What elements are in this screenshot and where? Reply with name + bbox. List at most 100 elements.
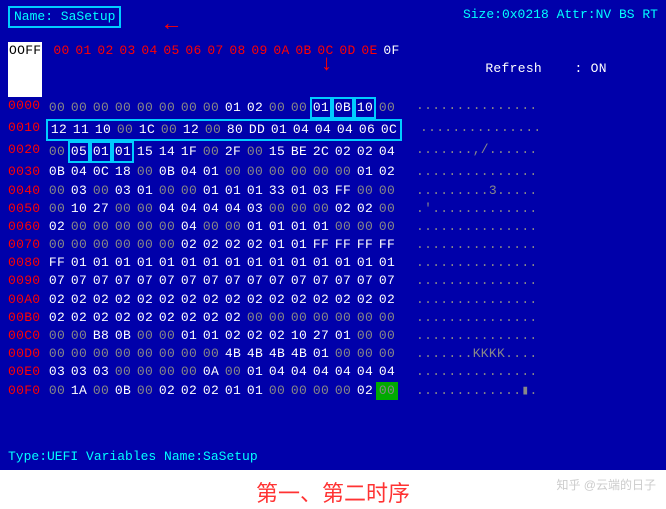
- hex-byte[interactable]: 00: [156, 345, 178, 363]
- hex-byte[interactable]: 00: [266, 382, 288, 400]
- hex-byte[interactable]: 00: [288, 163, 310, 181]
- hex-byte[interactable]: 00: [156, 327, 178, 345]
- hex-byte[interactable]: 00: [332, 218, 354, 236]
- hex-byte[interactable]: 00: [112, 200, 134, 218]
- hex-byte[interactable]: DD: [246, 121, 268, 139]
- hex-byte[interactable]: 00: [310, 309, 332, 327]
- hex-byte[interactable]: 00: [354, 345, 376, 363]
- hex-byte[interactable]: 00: [202, 121, 224, 139]
- hex-byte[interactable]: 00: [200, 99, 222, 117]
- hex-byte[interactable]: 03: [310, 182, 332, 200]
- hex-byte[interactable]: 00: [158, 121, 180, 139]
- hex-byte[interactable]: 00: [156, 363, 178, 381]
- hex-byte[interactable]: 00: [266, 200, 288, 218]
- hex-byte[interactable]: 01: [310, 254, 332, 272]
- hex-byte[interactable]: 4B: [244, 345, 266, 363]
- hex-byte[interactable]: 12: [48, 121, 70, 139]
- hex-byte[interactable]: 00: [46, 345, 68, 363]
- hex-byte[interactable]: 1A: [68, 382, 90, 400]
- hex-byte[interactable]: 01: [200, 182, 222, 200]
- hex-byte[interactable]: 02: [222, 327, 244, 345]
- hex-byte[interactable]: 02: [46, 218, 68, 236]
- hex-byte[interactable]: 03: [244, 200, 266, 218]
- hex-byte[interactable]: 01: [288, 236, 310, 254]
- hex-byte[interactable]: 00: [112, 345, 134, 363]
- hex-byte[interactable]: 04: [156, 200, 178, 218]
- hex-byte[interactable]: 02: [244, 291, 266, 309]
- hex-byte[interactable]: 00: [112, 218, 134, 236]
- hex-byte[interactable]: 14: [156, 143, 178, 161]
- hex-byte[interactable]: 02: [376, 163, 398, 181]
- hex-byte[interactable]: 01: [288, 254, 310, 272]
- hex-byte[interactable]: 01: [134, 182, 156, 200]
- hex-byte[interactable]: 02: [332, 143, 354, 161]
- hex-byte[interactable]: 00: [288, 309, 310, 327]
- hex-byte[interactable]: 04: [376, 143, 398, 161]
- hex-byte[interactable]: 02: [244, 99, 266, 117]
- hex-byte[interactable]: 00: [68, 99, 90, 117]
- hex-byte[interactable]: 01: [200, 327, 222, 345]
- hex-byte[interactable]: 00: [112, 99, 134, 117]
- hex-byte[interactable]: FF: [310, 236, 332, 254]
- hex-byte[interactable]: 04: [334, 121, 356, 139]
- hex-byte[interactable]: 07: [222, 272, 244, 290]
- hex-byte[interactable]: BE: [288, 143, 310, 161]
- hex-byte[interactable]: 02: [332, 291, 354, 309]
- hex-byte[interactable]: 00: [244, 143, 266, 161]
- hex-byte[interactable]: 00: [222, 363, 244, 381]
- hex-byte[interactable]: 00: [200, 143, 222, 161]
- hex-byte[interactable]: 00: [134, 382, 156, 400]
- hex-byte[interactable]: 00: [354, 327, 376, 345]
- hex-byte[interactable]: 80: [224, 121, 246, 139]
- hex-byte[interactable]: 01: [288, 182, 310, 200]
- hex-byte[interactable]: 03: [46, 363, 68, 381]
- hex-byte[interactable]: 00: [244, 309, 266, 327]
- hex-byte[interactable]: 02: [178, 291, 200, 309]
- hex-byte[interactable]: 04: [178, 218, 200, 236]
- hex-byte[interactable]: 00: [46, 327, 68, 345]
- hex-byte[interactable]: 04: [312, 121, 334, 139]
- hex-byte[interactable]: 07: [354, 272, 376, 290]
- hex-byte[interactable]: 01: [310, 97, 332, 119]
- hex-byte[interactable]: 02: [156, 291, 178, 309]
- hex-byte[interactable]: 00: [134, 236, 156, 254]
- hex-byte[interactable]: 02: [156, 382, 178, 400]
- hex-byte[interactable]: 00: [178, 99, 200, 117]
- hex-byte[interactable]: 00: [134, 200, 156, 218]
- hex-byte[interactable]: 01: [266, 236, 288, 254]
- hex-byte[interactable]: 02: [200, 382, 222, 400]
- hex-byte[interactable]: 07: [134, 272, 156, 290]
- hex-byte[interactable]: 00: [266, 99, 288, 117]
- hex-byte[interactable]: 1C: [136, 121, 158, 139]
- hex-byte[interactable]: 01: [354, 254, 376, 272]
- hex-byte[interactable]: 02: [90, 291, 112, 309]
- hex-byte[interactable]: 10: [288, 327, 310, 345]
- hex-byte[interactable]: 00: [332, 345, 354, 363]
- hex-byte[interactable]: 07: [288, 272, 310, 290]
- hex-byte[interactable]: 0B: [112, 382, 134, 400]
- hex-byte[interactable]: 00: [112, 236, 134, 254]
- hex-byte[interactable]: 04: [290, 121, 312, 139]
- hex-byte[interactable]: 03: [68, 182, 90, 200]
- hex-byte[interactable]: 02: [178, 236, 200, 254]
- hex-byte[interactable]: 01: [268, 121, 290, 139]
- hex-byte[interactable]: 0B: [332, 97, 354, 119]
- hex-byte[interactable]: 07: [112, 272, 134, 290]
- hex-byte[interactable]: 07: [68, 272, 90, 290]
- hex-byte[interactable]: FF: [354, 236, 376, 254]
- hex-byte[interactable]: 00: [134, 218, 156, 236]
- hex-byte[interactable]: 02: [222, 291, 244, 309]
- hex-byte[interactable]: 04: [310, 363, 332, 381]
- hex-byte[interactable]: 02: [222, 236, 244, 254]
- hex-byte[interactable]: 0B: [156, 163, 178, 181]
- hex-byte[interactable]: 11: [70, 121, 92, 139]
- hex-byte[interactable]: 01: [310, 218, 332, 236]
- hex-byte[interactable]: 02: [376, 291, 398, 309]
- hex-byte[interactable]: 00: [376, 327, 398, 345]
- hex-byte[interactable]: 04: [178, 163, 200, 181]
- hex-byte[interactable]: 01: [134, 254, 156, 272]
- hex-byte[interactable]: 01: [200, 254, 222, 272]
- hex-byte[interactable]: 00: [376, 309, 398, 327]
- hex-byte[interactable]: 4B: [266, 345, 288, 363]
- hex-byte[interactable]: 0C: [90, 163, 112, 181]
